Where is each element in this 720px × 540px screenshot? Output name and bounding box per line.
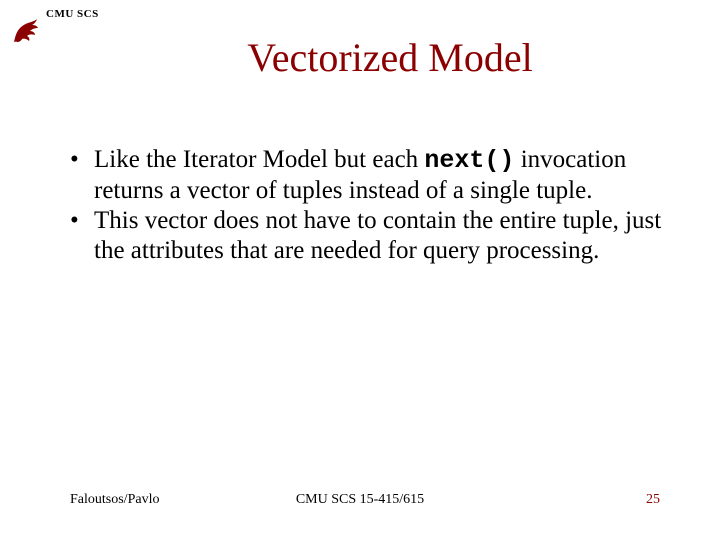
bullet-text: This vector does not have to contain the…	[94, 206, 670, 267]
slide-content: • Like the Iterator Model but each next(…	[70, 145, 670, 267]
header-org-text: CMU SCS	[46, 8, 99, 20]
bullet-marker: •	[70, 206, 94, 267]
bullet-text-pre: Like the Iterator Model but each	[94, 146, 424, 173]
bullet-text: Like the Iterator Model but each next() …	[94, 145, 670, 206]
bullet-code: next()	[424, 146, 514, 175]
bullet-item: • This vector does not have to contain t…	[70, 206, 670, 267]
bullet-text-pre: This vector does not have to contain the…	[94, 207, 661, 264]
bullet-marker: •	[70, 145, 94, 206]
footer: Faloutsos/Pavlo CMU SCS 15-415/615 25	[0, 492, 720, 508]
footer-course: CMU SCS 15-415/615	[0, 492, 720, 508]
slide-title: Vectorized Model	[0, 34, 720, 81]
bullet-item: • Like the Iterator Model but each next(…	[70, 145, 670, 206]
